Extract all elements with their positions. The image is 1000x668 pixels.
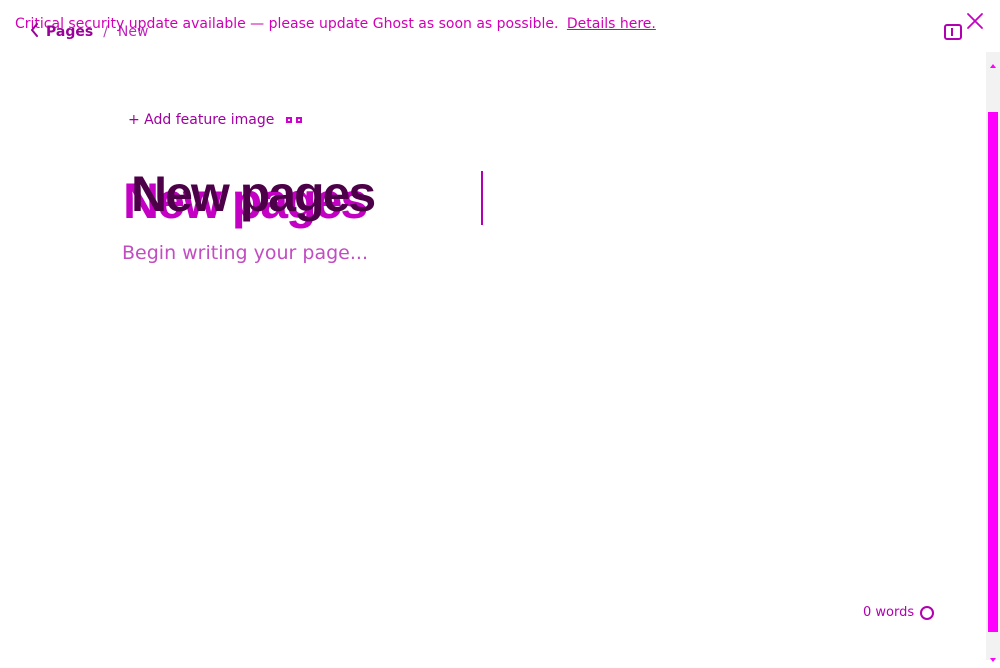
breadcrumb-separator: / [103,24,108,40]
close-icon[interactable] [966,12,984,30]
breadcrumb-back-link[interactable]: Pages [30,23,93,41]
image-icon[interactable] [286,113,308,127]
add-feature-image-label: + Add feature image [128,112,275,128]
scrollbar-thumb[interactable] [988,112,998,632]
scroll-down-arrow-icon[interactable] [989,649,997,662]
sidebar-toggle-icon[interactable] [944,24,962,40]
word-count: 0 words [863,605,935,620]
breadcrumb-back-label: Pages [46,24,94,40]
add-feature-image-button[interactable]: + Add feature image [128,112,274,128]
ghost-editor-screen: Critical security update available — ple… [0,0,1000,662]
help-icon[interactable] [920,605,935,620]
security-banner-link[interactable]: Details here. [567,16,656,32]
word-count-text: 0 words [863,605,915,620]
chevron-left-icon [30,23,40,41]
post-body-editor[interactable]: Begin writing your page... [122,242,368,264]
feature-image-row: + Add feature image [128,112,308,128]
breadcrumb-current: New [117,24,149,40]
breadcrumb: Pages / New [30,23,148,41]
text-caret [481,171,483,225]
scrollbar[interactable] [986,52,1000,662]
scroll-up-arrow-icon[interactable] [989,55,997,68]
post-title-text: New pages [131,166,376,222]
top-bar: Critical security update available — ple… [0,0,1000,58]
